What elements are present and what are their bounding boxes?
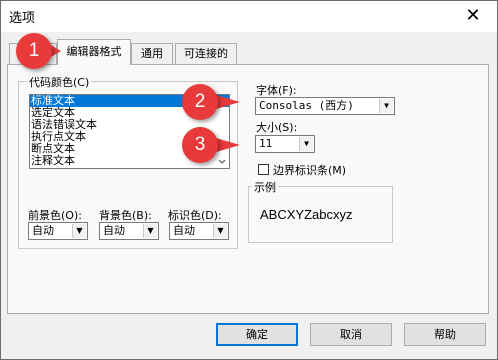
chevron-down-icon: ▼ <box>72 224 86 238</box>
cancel-button[interactable]: 取消 <box>310 323 392 346</box>
font-label: 字体(F): <box>256 84 297 97</box>
chevron-down-icon: ▼ <box>143 224 157 238</box>
margin-indicator-label: 边界标识条(M) <box>273 164 347 177</box>
tab-general[interactable]: 通用 <box>131 43 173 64</box>
close-icon[interactable]: ✕ <box>459 4 487 28</box>
background-color-value: 自动 <box>103 224 125 237</box>
tab-editor-format[interactable]: 编辑器格式 <box>57 39 131 65</box>
indicator-color-label: 标识色(D): <box>168 209 222 222</box>
chevron-down-icon: ▼ <box>299 137 313 151</box>
dialog-title: 选项 <box>9 11 36 26</box>
options-dialog: 选项 ✕ 编辑器格式 通用 可连接的 代码颜色(C) 标准文本 选定文本 语法错… <box>0 0 498 360</box>
callout-pointer-3 <box>216 138 240 152</box>
callout-badge-3: 3 <box>182 127 218 163</box>
foreground-color-label: 前景色(O): <box>28 209 82 222</box>
indicator-color-value: 自动 <box>173 224 195 237</box>
chevron-down-icon: ▼ <box>379 99 393 113</box>
sample-text: ABCXYZabcxyz <box>260 207 353 222</box>
background-color-select[interactable]: 自动 ▼ <box>99 222 159 240</box>
callout-pointer-2 <box>216 95 240 109</box>
code-colors-legend: 代码颜色(C) <box>27 74 92 90</box>
foreground-color-select[interactable]: 自动 ▼ <box>28 222 88 240</box>
callout-badge-2: 2 <box>182 84 218 120</box>
font-value: Consolas (西方) <box>259 99 354 112</box>
ok-button[interactable]: 确定 <box>216 323 298 346</box>
chevron-down-icon: ▼ <box>213 224 227 238</box>
size-value: 11 <box>259 137 273 150</box>
title-bar: 选项 ✕ <box>1 1 497 32</box>
size-select[interactable]: 11 ▼ <box>255 135 315 153</box>
font-select[interactable]: Consolas (西方) ▼ <box>255 97 395 115</box>
margin-indicator-checkbox[interactable] <box>258 164 269 175</box>
tab-dockable[interactable]: 可连接的 <box>175 43 237 64</box>
background-color-label: 背景色(B): <box>99 209 152 222</box>
foreground-color-value: 自动 <box>32 224 54 237</box>
sample-legend: 示例 <box>252 179 278 195</box>
indicator-color-select[interactable]: 自动 ▼ <box>169 222 229 240</box>
help-button[interactable]: 帮助 <box>404 323 486 346</box>
callout-badge-1: 1 <box>16 33 52 69</box>
size-label: 大小(S): <box>256 121 298 134</box>
